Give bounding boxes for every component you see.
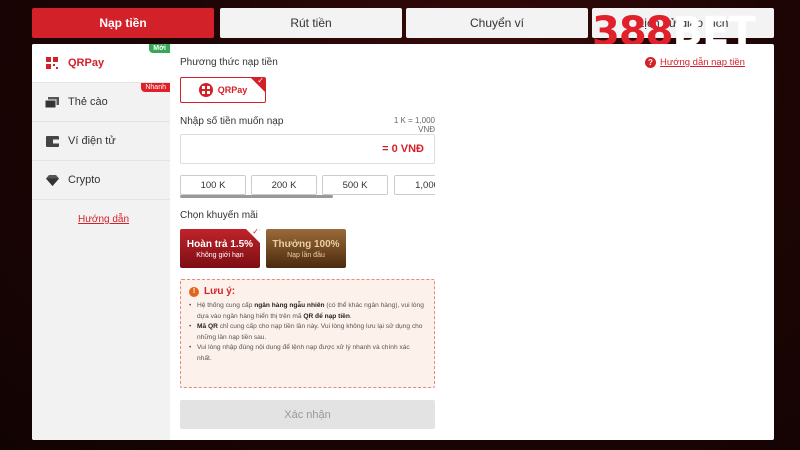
notice-bold-text: QR để nạp tiền <box>303 312 350 320</box>
new-badge: Mới <box>149 44 170 53</box>
amount-chip-500k[interactable]: 500 K <box>322 175 388 195</box>
notice-item: Vui lòng nhập đúng nội dung để lệnh nạp … <box>189 343 426 364</box>
wallet-icon <box>44 135 60 147</box>
card-icon <box>44 96 60 108</box>
amount-chip-200k[interactable]: 200 K <box>251 175 317 195</box>
sidebar-item-e-wallet[interactable]: Ví điện tử <box>32 122 170 161</box>
notice-list: Hệ thống cung cấp ngân hàng ngẫu nhiên (… <box>189 301 426 364</box>
amount-value: = 0 VNĐ <box>382 143 424 155</box>
fast-badge: Nhanh <box>141 83 170 92</box>
chips-scrollbar[interactable] <box>180 195 333 198</box>
notice-item: Mã QR chỉ cung cấp cho nạp tiền lần này.… <box>189 322 426 343</box>
notice-text: Hệ thống cung cấp <box>197 302 255 309</box>
diamond-icon <box>44 174 60 186</box>
method-option-qrpay[interactable]: QRPay ✓ <box>180 77 266 103</box>
confirm-button[interactable]: Xác nhận <box>180 400 435 429</box>
sidebar-item-crypto[interactable]: Crypto <box>32 161 170 200</box>
deposit-method-sidebar: QRPay Mới Thẻ cào Nhanh Ví điện tử Crypt… <box>32 44 170 440</box>
tab-withdraw[interactable]: Rút tiền <box>220 8 402 38</box>
exchange-rate-text: 1 K = 1,000 VNĐ <box>393 116 435 134</box>
notice-bold-text: ngân hàng ngẫu nhiên <box>254 302 325 309</box>
sidebar-item-label: QRPay <box>68 57 105 69</box>
info-icon: ! <box>189 286 199 297</box>
sidebar-item-label: Ví điện tử <box>68 135 116 147</box>
method-label: Phương thức nạp tiền <box>180 57 278 68</box>
sidebar-item-scratch-card[interactable]: Thẻ cào Nhanh <box>32 83 170 122</box>
qr-icon <box>198 83 213 97</box>
promo-title: Thưởng 100% <box>272 238 340 250</box>
sidebar-item-qrpay[interactable]: QRPay Mới <box>32 44 170 83</box>
method-name: QRPay <box>217 85 248 95</box>
deposit-guide-text: Hướng dẫn nạp tiền <box>660 57 745 68</box>
deposit-form: Phương thức nạp tiền ? Hướng dẫn nạp tiề… <box>180 44 770 440</box>
tab-transfer-wallet[interactable]: Chuyển ví <box>406 8 588 38</box>
check-icon: ✓ <box>252 229 259 236</box>
promo-option-rebate[interactable]: Hoàn trả 1.5% Không giới hạn ✓ <box>180 229 260 268</box>
amount-label: Nhập số tiền muốn nạp <box>180 116 284 127</box>
notice-text: chỉ cung cấp cho nạp tiền lần này. Vui l… <box>197 323 423 341</box>
promo-label: Chọn khuyến mãi <box>180 210 258 221</box>
notice-item: Hệ thống cung cấp ngân hàng ngẫu nhiên (… <box>189 301 426 322</box>
notice-title: Lưu ý: <box>204 286 236 297</box>
sidebar-item-label: Thẻ cào <box>68 96 108 108</box>
sidebar-item-label: Crypto <box>68 174 101 186</box>
amount-input[interactable]: = 0 VNĐ <box>180 134 435 164</box>
amount-chip-1000k[interactable]: 1,000 <box>394 175 435 195</box>
tab-deposit[interactable]: Nạp tiền <box>32 8 214 38</box>
notice-text: . <box>349 312 352 320</box>
deposit-panel: QRPay Mới Thẻ cào Nhanh Ví điện tử Crypt… <box>32 44 774 440</box>
notice-text: Vui lòng nhập đúng nội dung để lệnh nạp … <box>197 344 410 362</box>
notice-bold-text: Mã QR <box>197 323 218 330</box>
notice-header: ! Lưu ý: <box>189 286 426 297</box>
promo-title: Hoàn trả 1.5% <box>186 238 254 250</box>
check-icon: ✓ <box>257 77 264 85</box>
deposit-guide-link[interactable]: ? Hướng dẫn nạp tiền <box>645 57 745 68</box>
promo-option-first-deposit[interactable]: Thưởng 100% Nạp lần đầu <box>266 229 346 268</box>
notice-box: ! Lưu ý: Hệ thống cung cấp ngân hàng ngẫ… <box>180 279 435 388</box>
qr-icon <box>44 57 60 69</box>
amount-chip-100k[interactable]: 100 K <box>180 175 246 195</box>
help-icon: ? <box>645 57 656 68</box>
promo-subtitle: Nạp lần đầu <box>287 251 325 259</box>
promo-subtitle: Không giới hạn <box>196 251 244 259</box>
sidebar-help-link[interactable]: Hướng dẫn <box>78 214 129 225</box>
